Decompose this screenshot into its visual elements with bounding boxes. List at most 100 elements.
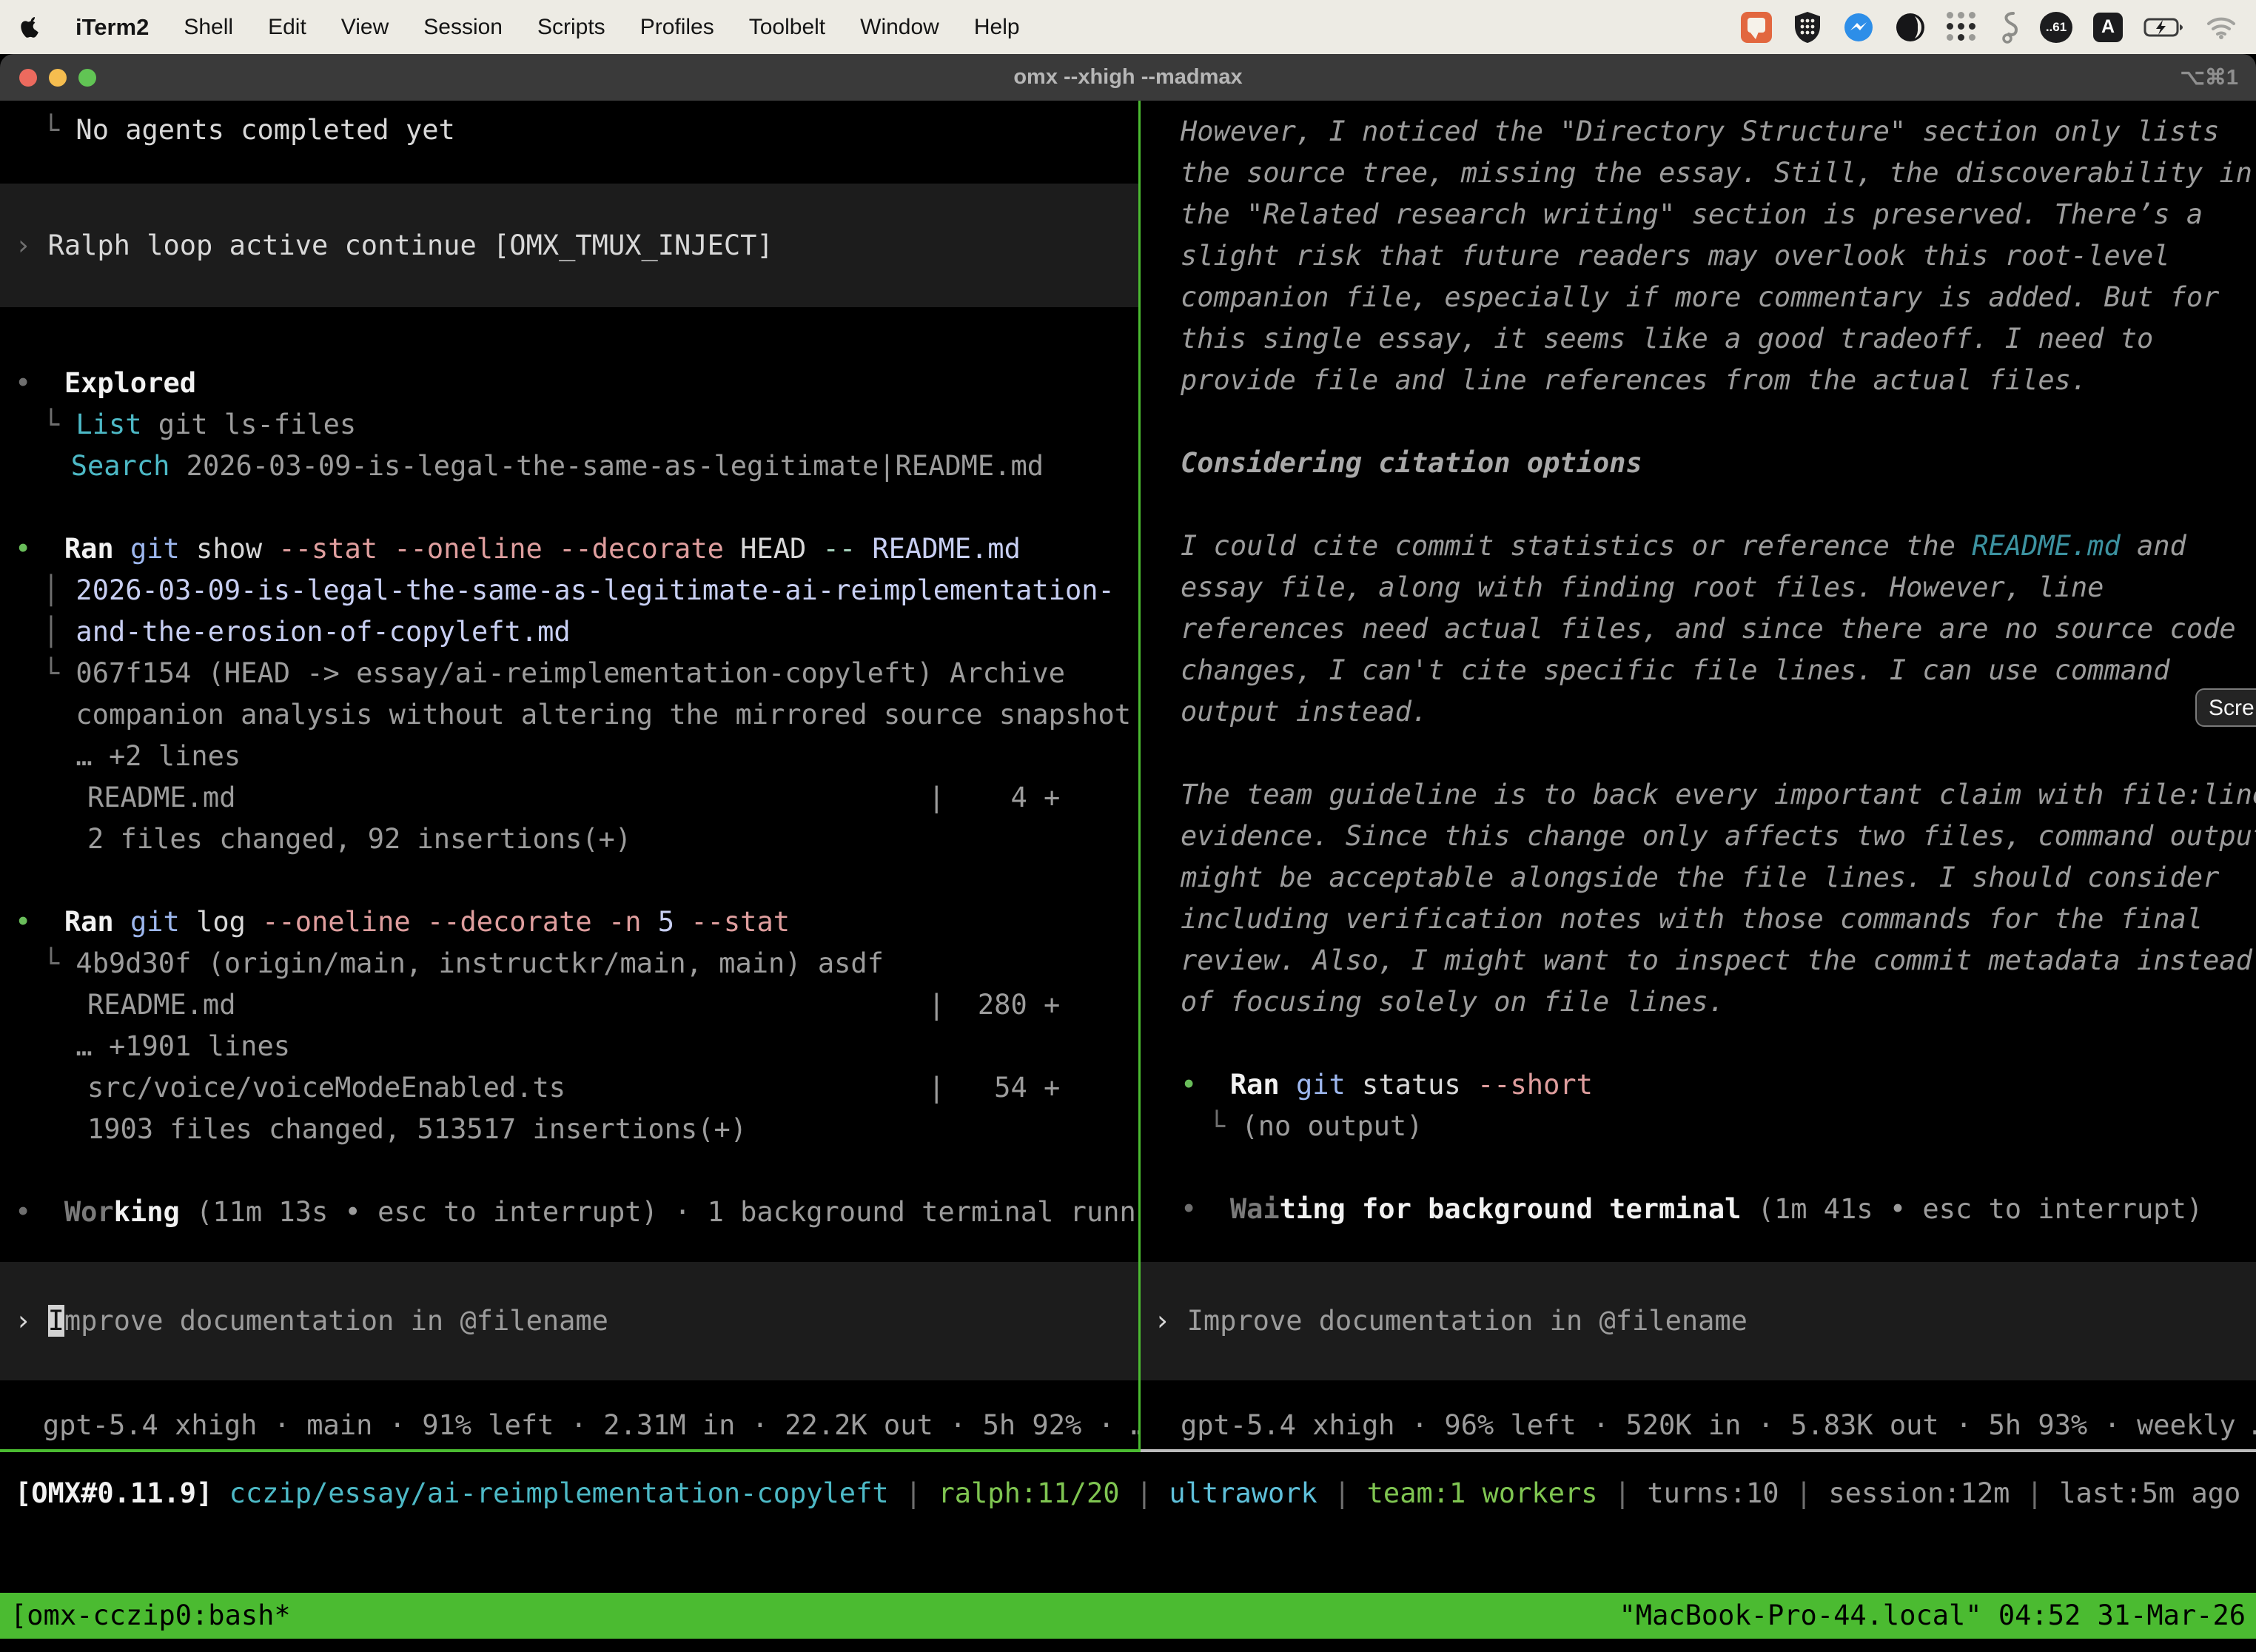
close-button[interactable] [19,69,37,87]
terminal-line: • Waiting for background terminal (1m 41… [1181,1189,2256,1230]
terminal-text-segment: 2026-03-09-is-legal-the-same-as-legitima… [75,574,1114,606]
minimize-button[interactable] [49,69,67,87]
terminal-text-segment: Ran [1230,1069,1280,1101]
terminal-line: this single essay, it seems like a good … [1181,318,2256,360]
terminal-line: changes, I can't cite specific file line… [1181,650,2256,691]
terminal-text-segment: README.md [1972,530,2120,562]
terminal-line: │ and-the-erosion-of-copyleft.md [15,611,1138,653]
terminal-text-segment: Ralph loop active continue [OMX_TMUX_INJ… [48,229,773,261]
terminal-text-segment [114,533,130,565]
terminal-line [1181,1023,2256,1064]
terminal-text-segment [212,1477,229,1509]
terminal-line: └ 067f154 (HEAD -> essay/ai-reimplementa… [15,653,1138,694]
menu-item-edit[interactable]: Edit [268,15,306,40]
terminal-text-segment: log [180,906,262,938]
terminal-text-segment: mprove documentation in @filename [64,1305,608,1337]
menu-item-profiles[interactable]: Profiles [640,15,714,40]
input-source-icon[interactable]: A [2093,13,2123,42]
messenger-bolt-icon[interactable] [1843,12,1874,43]
terminal-text-segment: status [1346,1069,1477,1101]
terminal-text-segment: HEAD [740,533,822,565]
terminal-text-segment: │ [43,574,76,606]
terminal-text-segment: team:1 workers [1367,1477,1598,1509]
terminal-text-segment: (1m 41s • esc to interrupt) [1741,1193,2203,1225]
terminal-text-segment: -- [823,533,873,565]
menu-item-help[interactable]: Help [974,15,1020,40]
terminal-text-segment: | [1317,1477,1367,1509]
apple-menu-icon[interactable] [21,15,41,39]
wifi-icon[interactable] [2206,16,2237,39]
terminal-line: Search 2026-03-09-is-legal-the-same-as-l… [15,446,1138,487]
menu-item-shell[interactable]: Shell [184,15,233,40]
terminal-text-segment: --short [1477,1069,1593,1101]
right-input-box[interactable]: › Improve documentation in @filename [1141,1262,2256,1380]
terminal-line: companion analysis without altering the … [15,694,1138,736]
terminal-line: the source tree, missing the essay. Stil… [1181,152,2256,194]
chat-icon[interactable] [1741,12,1772,43]
terminal-line: … +2 lines [15,736,1138,777]
terminal-text-segment: including verification notes with those … [1181,903,2203,935]
terminal-text-segment: └ [43,947,76,979]
terminal-text-segment: › [15,1305,48,1337]
terminal-text-segment: | [889,1477,939,1509]
terminal-line [1181,401,2256,443]
terminal-line: 1903 files changed, 513517 insertions(+) [15,1109,1138,1150]
terminal-text-segment [1280,1069,1296,1101]
terminal-line: src/voice/voiceModeEnabled.ts | 54 + [15,1067,1138,1109]
terminal-line: └ (no output) [1181,1106,2256,1147]
terminal-text-segment: output instead. [1181,696,1428,728]
badge-61-icon[interactable]: ..61 [2040,12,2072,43]
terminal-text-segment: cczip/essay/ai-reimplementation-copyleft [229,1477,889,1509]
terminal-line: • Explored [15,363,1138,404]
dots-grid-icon[interactable] [1947,12,1978,43]
terminal-line [15,487,1138,528]
omx-status-line: [OMX#0.11.9] cczip/essay/ai-reimplementa… [15,1473,2240,1514]
ralph-loop-prompt-box[interactable]: › Ralph loop active continue [OMX_TMUX_I… [0,184,1138,307]
terminal-line: └ No agents completed yet [15,110,1138,151]
squiggle-icon[interactable] [1998,10,2019,44]
shield-grid-icon[interactable] [1793,11,1822,44]
terminal-line: • Working (11m 13s • esc to interrupt) ·… [15,1192,1138,1233]
terminal-line: I could cite commit statistics or refere… [1181,526,2256,567]
terminal-text-segment: • [15,1196,64,1228]
battery-icon[interactable] [2143,17,2185,38]
terminal-area: └ No agents completed yet › Ralph loop a… [0,101,2256,1652]
screen-overlay-button[interactable]: Scre [2195,688,2256,727]
traffic-lights [19,54,96,101]
terminal-line: 2 files changed, 92 insertions(+) [15,819,1138,860]
terminal-line: review. Also, I might want to inspect th… [1181,940,2256,981]
menu-item-view[interactable]: View [341,15,389,40]
terminal-text-segment: companion file, especially if more comme… [1181,281,2219,313]
terminal-line: └ 4b9d30f (origin/main, instructkr/main,… [15,943,1138,984]
menu-status-icons: ..61 A [1741,10,2256,44]
terminal-line: The team guideline is to back every impo… [1181,774,2256,816]
menu-item-toolbelt[interactable]: Toolbelt [749,15,825,40]
terminal-text-segment: … +1901 lines [75,1030,290,1062]
menu-item-iterm2[interactable]: iTerm2 [75,14,149,41]
pane-divider[interactable] [1138,101,1141,1452]
zoom-button[interactable] [78,69,96,87]
terminal-text-segment: | [2010,1477,2059,1509]
left-pane[interactable]: └ No agents completed yet › Ralph loop a… [0,101,1138,1449]
menu-item-session[interactable]: Session [423,15,503,40]
terminal-line: provide file and line references from th… [1181,360,2256,401]
left-input-box[interactable]: › Improve documentation in @filename [0,1262,1138,1380]
right-status-line: gpt-5.4 xhigh · 96% left · 520K in · 5.8… [1181,1405,2256,1446]
menu-item-scripts[interactable]: Scripts [537,15,605,40]
terminal-text-segment: I could cite commit statistics or refere… [1181,530,1972,562]
terminal-text-segment: references need actual files, and since … [1181,613,2236,645]
right-pane[interactable]: However, I noticed the "Directory Struct… [1141,101,2256,1449]
terminal-text-segment: ralph:11/20 [938,1477,1119,1509]
right-pane-output: However, I noticed the "Directory Struct… [1181,111,2256,1230]
terminal-line: gpt-5.4 xhigh · 96% left · 520K in · 5.8… [1181,1405,2256,1446]
terminal-text-segment: Wai [1230,1193,1280,1225]
terminal-line: … +1901 lines [15,1026,1138,1067]
terminal-line: README.md | 280 + [15,984,1138,1026]
menu-item-window[interactable]: Window [860,15,939,40]
terminal-text-segment: No agents completed yet [75,114,454,146]
terminal-text-segment: git ls-files [142,409,357,440]
pie-crescent-icon[interactable] [1895,12,1926,43]
terminal-line: might be acceptable alongside the file l… [1181,857,2256,899]
terminal-text-segment: • [1181,1193,1230,1225]
terminal-text-segment: 2026-03-09-is-legal-the-same-as-legitima… [169,450,1044,482]
